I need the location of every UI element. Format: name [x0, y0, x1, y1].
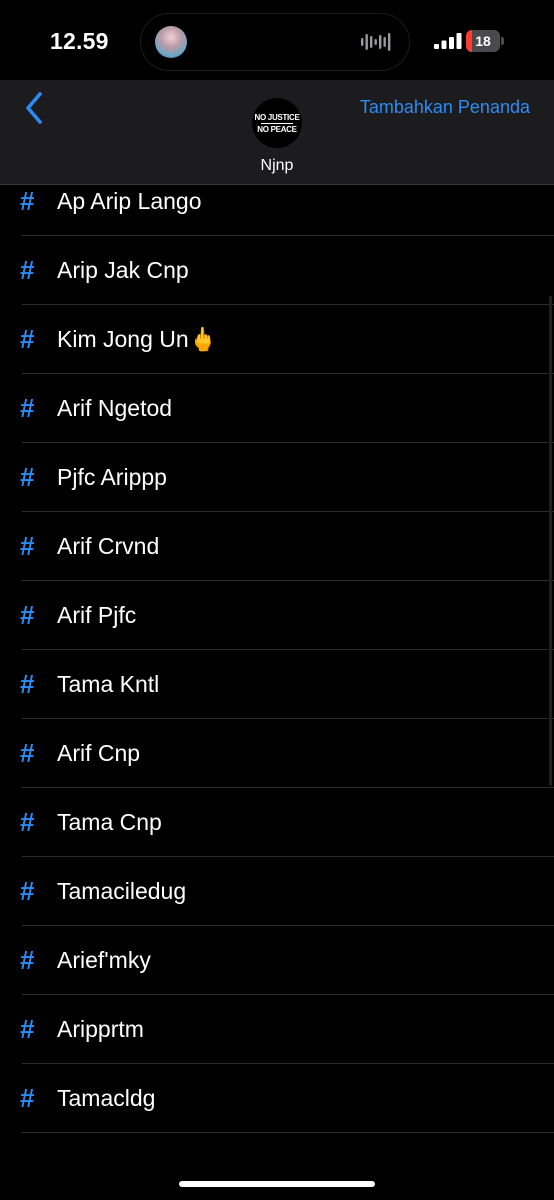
- list-item-label: Tamaciledug: [57, 878, 187, 904]
- list-item-label: Kim Jong Un🖕: [57, 326, 218, 352]
- list-item-label: Arif Cnp: [57, 740, 141, 766]
- hash-icon: #: [20, 876, 35, 906]
- status-bar: 12.59 18: [0, 0, 554, 80]
- home-indicator[interactable]: [179, 1181, 375, 1187]
- list-item[interactable]: # Tamacldg: [0, 1064, 554, 1133]
- cellular-signal-icon: [434, 33, 462, 49]
- battery-icon: 18: [466, 30, 504, 52]
- avatar-logo-line-2: NO PEACE: [257, 124, 297, 134]
- hash-icon: #: [20, 600, 35, 630]
- list-item[interactable]: # Arif Pjfc: [0, 581, 554, 650]
- hash-icon: #: [20, 1083, 35, 1113]
- hash-icon: #: [20, 324, 35, 354]
- hash-icon: #: [20, 738, 35, 768]
- list-item-label: Arif Pjfc: [57, 602, 137, 628]
- list-item[interactable]: # Arif Cnp: [0, 719, 554, 788]
- list-item[interactable]: # Pjfc Arippp: [0, 443, 554, 512]
- list-item[interactable]: # Arif Ngetod: [0, 374, 554, 443]
- list-item-label: Arip Jak Cnp: [57, 257, 189, 283]
- now-playing-artwork: [155, 26, 187, 58]
- list-item-label: Pjfc Arippp: [57, 464, 167, 490]
- list-item[interactable]: # Arief'mky: [0, 926, 554, 995]
- chevron-left-icon: [26, 92, 42, 124]
- battery-tip: [501, 37, 504, 45]
- list-item[interactable]: # Tama Kntl: [0, 650, 554, 719]
- battery-level: 18: [475, 33, 491, 49]
- list-item-label: Tama Cnp: [57, 809, 162, 835]
- hashtag-list: # Ap Arip Lango # Arip Jak Cnp # Kim Jon…: [0, 167, 554, 1133]
- list-item[interactable]: # Aripprtm: [0, 995, 554, 1064]
- list-item[interactable]: # Kim Jong Un🖕: [0, 305, 554, 374]
- list-item-label: Arif Ngetod: [57, 395, 173, 421]
- add-bookmark-button[interactable]: Tambahkan Penanda: [360, 97, 530, 118]
- hash-icon: #: [20, 186, 35, 216]
- hash-icon: #: [20, 1014, 35, 1044]
- hash-icon: #: [20, 669, 35, 699]
- audio-waveform-icon: [361, 33, 391, 51]
- list-item-label: Tama Kntl: [57, 671, 160, 697]
- status-time: 12.59: [50, 28, 109, 54]
- list-item-label: Arief'mky: [57, 947, 151, 973]
- hash-icon: #: [20, 393, 35, 423]
- avatar-logo-line-1: NO JUSTICE: [254, 112, 300, 122]
- back-button[interactable]: [14, 88, 54, 128]
- list-item[interactable]: # Tama Cnp: [0, 788, 554, 857]
- channel-avatar[interactable]: NO JUSTICE NO PEACE: [252, 98, 302, 148]
- hash-icon: #: [20, 462, 35, 492]
- dynamic-island[interactable]: [141, 14, 409, 70]
- hash-icon: #: [20, 255, 35, 285]
- hash-icon: #: [20, 945, 35, 975]
- avatar-logo-divider: [261, 122, 293, 124]
- battery-body: 18: [466, 30, 500, 52]
- list-item[interactable]: # Arif Crvnd: [0, 512, 554, 581]
- list-item[interactable]: # Tamaciledug: [0, 857, 554, 926]
- list-item[interactable]: # Arip Jak Cnp: [0, 236, 554, 305]
- list-item-label: Ap Arip Lango: [57, 188, 202, 214]
- scroll-indicator[interactable]: [549, 296, 552, 786]
- hash-icon: #: [20, 531, 35, 561]
- list-item-label: Arif Crvnd: [57, 533, 160, 559]
- list-item-label: Tamacldg: [57, 1085, 156, 1111]
- hash-icon: #: [20, 807, 35, 837]
- list-item-label: Aripprtm: [57, 1016, 144, 1042]
- list-item[interactable]: # Ap Arip Lango: [0, 167, 554, 236]
